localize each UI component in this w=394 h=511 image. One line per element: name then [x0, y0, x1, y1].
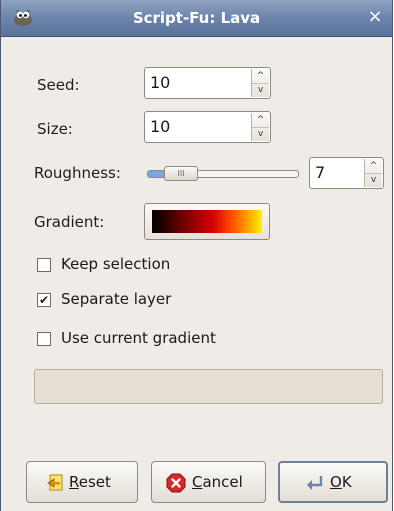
- window-title: Script-Fu: Lava: [132, 9, 261, 27]
- seed-value[interactable]: 10: [150, 73, 170, 92]
- keep-selection-label[interactable]: Keep selection: [61, 255, 170, 273]
- reset-icon: [47, 474, 63, 491]
- gradient-label: Gradient:: [34, 213, 105, 231]
- roughness-slider-handle[interactable]: III: [164, 166, 198, 181]
- separate-layer-checkbox[interactable]: ✔: [37, 293, 51, 307]
- ok-button-label: OK: [330, 473, 352, 491]
- script-fu-lava-dialog: Script-Fu: Lava × Seed: 10 ^ v Size: 10 …: [0, 0, 393, 511]
- ok-icon: [307, 476, 323, 490]
- size-stepper: ^ v: [251, 113, 269, 141]
- size-spinbox[interactable]: 10 ^ v: [144, 111, 271, 143]
- size-value[interactable]: 10: [150, 117, 170, 136]
- keep-selection-checkbox[interactable]: [37, 258, 51, 272]
- cancel-button-label: Cancel: [192, 473, 243, 491]
- gradient-select-button[interactable]: [144, 203, 270, 240]
- roughness-label: Roughness:: [34, 164, 121, 182]
- roughness-increment-button[interactable]: ^: [365, 159, 382, 174]
- cancel-icon: [166, 473, 186, 493]
- size-decrement-button[interactable]: v: [252, 127, 269, 141]
- checkmark-icon: ✔: [38, 293, 50, 307]
- roughness-stepper: ^ v: [364, 159, 382, 187]
- seed-decrement-button[interactable]: v: [252, 83, 269, 97]
- roughness-value[interactable]: 7: [315, 163, 325, 182]
- ok-button[interactable]: OK: [278, 461, 388, 503]
- gradient-preview: [152, 210, 262, 233]
- separate-layer-label[interactable]: Separate layer: [61, 290, 171, 308]
- close-icon[interactable]: ×: [366, 8, 384, 26]
- title-bar[interactable]: Script-Fu: Lava ×: [1, 0, 392, 37]
- roughness-slider[interactable]: III: [147, 166, 299, 181]
- size-increment-button[interactable]: ^: [252, 113, 269, 128]
- size-label: Size:: [37, 120, 73, 138]
- use-current-gradient-checkbox[interactable]: [37, 332, 51, 346]
- reset-button-label: Reset: [69, 473, 111, 491]
- use-current-gradient-label[interactable]: Use current gradient: [61, 329, 216, 347]
- seed-spinbox[interactable]: 10 ^ v: [144, 67, 271, 99]
- roughness-spinbox[interactable]: 7 ^ v: [309, 157, 384, 189]
- reset-button[interactable]: Reset: [26, 461, 138, 503]
- seed-label: Seed:: [37, 76, 80, 94]
- seed-increment-button[interactable]: ^: [252, 69, 269, 84]
- cancel-button[interactable]: Cancel: [151, 461, 266, 503]
- roughness-decrement-button[interactable]: v: [365, 173, 382, 187]
- progress-bar: [34, 369, 383, 404]
- seed-stepper: ^ v: [251, 69, 269, 97]
